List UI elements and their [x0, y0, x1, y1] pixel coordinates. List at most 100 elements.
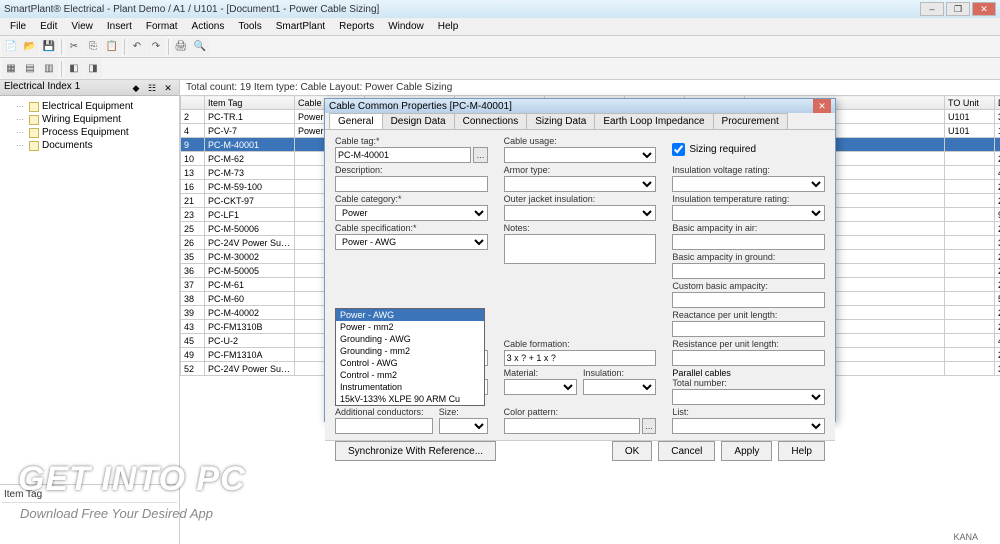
tb-save-icon[interactable]: 💾 [40, 38, 58, 56]
list-select[interactable] [672, 418, 825, 434]
cell[interactable]: PC-TR.1 [205, 110, 295, 124]
cell[interactable]: 13 [181, 166, 205, 180]
cell[interactable] [945, 250, 995, 264]
cell[interactable]: 9 [181, 138, 205, 152]
menu-file[interactable]: File [4, 19, 32, 34]
sync-button[interactable]: Synchronize With Reference... [335, 441, 496, 461]
tb-icon[interactable]: ▥ [40, 60, 58, 78]
menu-smartplant[interactable]: SmartPlant [270, 19, 331, 34]
close-button[interactable]: ✕ [972, 2, 996, 16]
tb-icon[interactable]: ▤ [21, 60, 39, 78]
cell[interactable]: 25.0 A [995, 348, 1000, 362]
cell[interactable]: 37 [181, 278, 205, 292]
pane-icon[interactable]: ☷ [145, 81, 159, 95]
tb-print-icon[interactable]: 🖨 [172, 38, 190, 56]
tab-general[interactable]: General [329, 113, 383, 129]
cell[interactable]: 25.0 A [995, 180, 1000, 194]
cell[interactable]: PC-LF1 [205, 208, 295, 222]
cell[interactable]: PC-M-61 [205, 278, 295, 292]
insulation-select[interactable] [583, 379, 656, 395]
cell[interactable]: PC-FM1310B [205, 320, 295, 334]
cell[interactable]: 25.0 A [995, 278, 1000, 292]
cell[interactable]: 40.0 A [995, 166, 1000, 180]
cell[interactable] [945, 194, 995, 208]
cable-formation-input[interactable] [504, 350, 657, 366]
cell[interactable] [945, 222, 995, 236]
column-header[interactable]: Item Tag [205, 96, 295, 110]
cell[interactable]: PC-M-50006 [205, 222, 295, 236]
cell[interactable] [945, 180, 995, 194]
column-header[interactable]: TO Unit [945, 96, 995, 110]
dropdown-item[interactable]: Power - AWG [336, 309, 484, 321]
dropdown-item[interactable]: Power - mm2 [336, 321, 484, 333]
cell[interactable]: PC-M-30002 [205, 250, 295, 264]
cell[interactable] [945, 208, 995, 222]
cell[interactable] [945, 166, 995, 180]
additional-conductors-input[interactable] [335, 418, 433, 434]
cell[interactable]: 10 [181, 152, 205, 166]
dropdown-item[interactable]: Control - AWG [336, 357, 484, 369]
dropdown-item[interactable]: 15kV-133% XLPE 90 ARM Cu [336, 393, 484, 405]
tb-open-icon[interactable]: 📂 [21, 38, 39, 56]
cell[interactable] [945, 264, 995, 278]
insulation-voltage-select[interactable] [672, 176, 825, 192]
cell[interactable]: 43 [181, 320, 205, 334]
tb-copy-icon[interactable]: ⎘ [84, 38, 102, 56]
cell[interactable]: 25.0 A [995, 250, 1000, 264]
cell[interactable] [945, 320, 995, 334]
browse-button[interactable]: … [473, 147, 487, 163]
cell[interactable]: 300.0 A [995, 110, 1000, 124]
menu-edit[interactable]: Edit [34, 19, 63, 34]
cell[interactable]: PC-M-60 [205, 292, 295, 306]
cell[interactable]: PC-M-62 [205, 152, 295, 166]
help-button[interactable]: Help [778, 441, 825, 461]
cell[interactable]: 49 [181, 348, 205, 362]
cell[interactable]: 50.0 A [995, 292, 1000, 306]
menu-insert[interactable]: Insert [101, 19, 138, 34]
cell[interactable]: 165.0 A [995, 124, 1000, 138]
cell[interactable]: 38 [181, 292, 205, 306]
cell[interactable]: 98.0 A [995, 208, 1000, 222]
cell[interactable]: 22.0 A [995, 306, 1000, 320]
basic-amp-ground-input[interactable] [672, 263, 825, 279]
pane-icon[interactable]: ✕ [161, 81, 175, 95]
tb-redo-icon[interactable]: ↷ [147, 38, 165, 56]
outer-jacket-select[interactable] [504, 205, 657, 221]
tree-item[interactable]: Electrical Equipment [4, 100, 175, 113]
cell[interactable]: 25.0 A [995, 320, 1000, 334]
cell[interactable] [945, 348, 995, 362]
tb-icon[interactable]: ◨ [84, 60, 102, 78]
dropdown-item[interactable]: Grounding - mm2 [336, 345, 484, 357]
basic-amp-air-input[interactable] [672, 234, 825, 250]
tab-design-data[interactable]: Design Data [382, 113, 455, 129]
cell[interactable]: 35 [181, 250, 205, 264]
cable-category-select[interactable]: Power [335, 205, 488, 221]
custom-basic-amp-input[interactable] [672, 292, 825, 308]
menu-reports[interactable]: Reports [333, 19, 380, 34]
dropdown-item[interactable]: Instrumentation [336, 381, 484, 393]
cell[interactable]: 23 [181, 208, 205, 222]
tb-icon[interactable]: ◧ [65, 60, 83, 78]
insulation-temp-select[interactable] [672, 205, 825, 221]
cell[interactable] [945, 292, 995, 306]
menu-help[interactable]: Help [432, 19, 465, 34]
cell[interactable]: 45 [181, 334, 205, 348]
cell[interactable]: 25 [181, 222, 205, 236]
cell[interactable]: PC-M-40002 [205, 306, 295, 320]
dropdown-item[interactable]: Control - mm2 [336, 369, 484, 381]
material-select[interactable] [504, 379, 577, 395]
cell[interactable]: 39 [181, 306, 205, 320]
cell[interactable]: 35.0 A [995, 236, 1000, 250]
tab-sizing-data[interactable]: Sizing Data [526, 113, 595, 129]
cell[interactable]: PC-U-2 [205, 334, 295, 348]
notes-input[interactable] [504, 234, 657, 264]
cell[interactable]: U101 [945, 110, 995, 124]
tb-find-icon[interactable]: 🔍 [191, 38, 209, 56]
cell[interactable]: 21 [181, 194, 205, 208]
tab-procurement[interactable]: Procurement [713, 113, 788, 129]
maximize-button[interactable]: ❐ [946, 2, 970, 16]
reactance-input[interactable] [672, 321, 825, 337]
menu-format[interactable]: Format [140, 19, 184, 34]
column-header[interactable]: Derated Ampacit [995, 96, 1000, 110]
tree-item[interactable]: Wiring Equipment [4, 113, 175, 126]
